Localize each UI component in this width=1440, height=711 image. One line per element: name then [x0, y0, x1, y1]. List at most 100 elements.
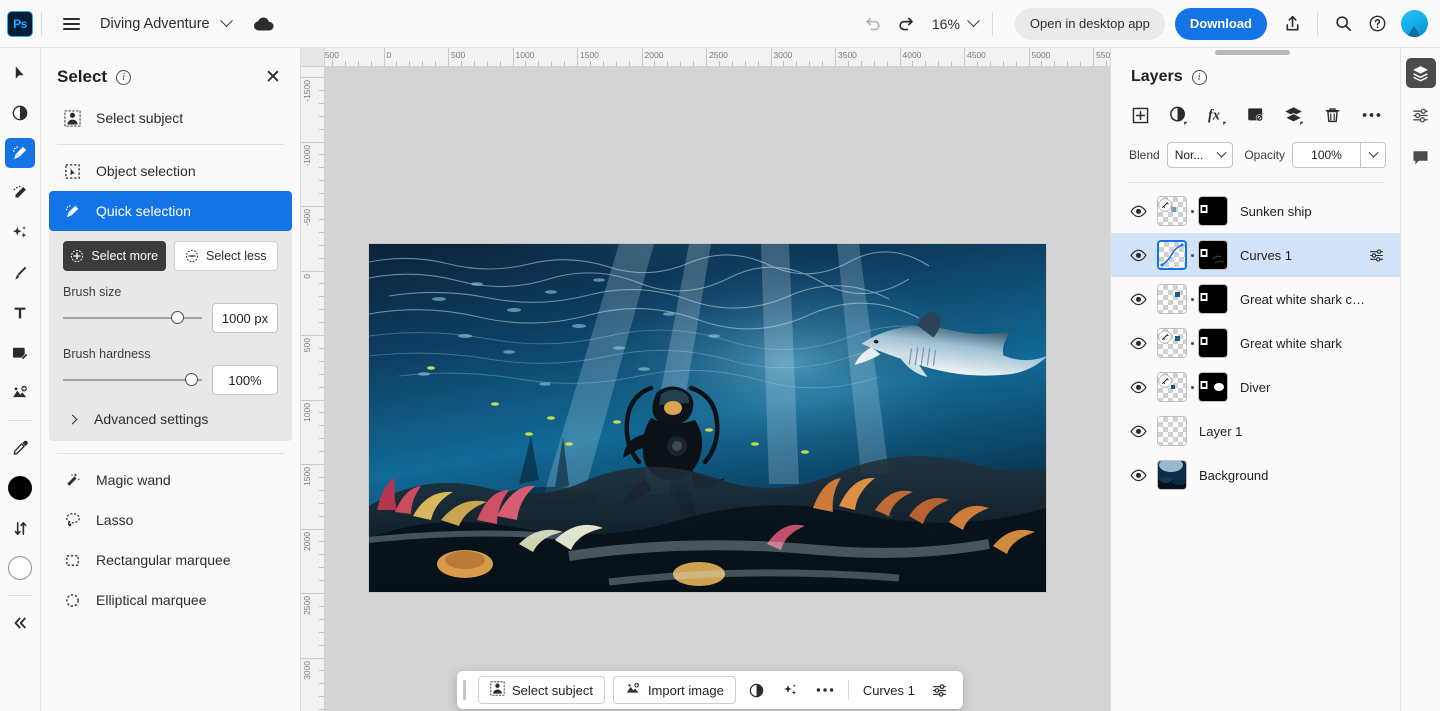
type-tool[interactable]: [5, 298, 35, 328]
layer-mask-thumbnail[interactable]: [1198, 284, 1228, 314]
drag-handle[interactable]: [463, 680, 466, 700]
select-option-select-subject[interactable]: Select subject: [49, 98, 292, 138]
layer-mask-thumbnail[interactable]: [1198, 196, 1228, 226]
search-icon[interactable]: [1326, 8, 1360, 40]
help-icon[interactable]: [1360, 8, 1394, 40]
cloud-icon[interactable]: [253, 16, 275, 32]
canvas-stage[interactable]: [325, 67, 1110, 711]
move-tool[interactable]: [5, 58, 35, 88]
layer-visibility-toggle[interactable]: [1127, 469, 1149, 482]
info-icon[interactable]: i: [116, 69, 132, 85]
ctx-select-subject-button[interactable]: Select subject: [478, 676, 605, 704]
table-row[interactable]: Great white shark: [1111, 321, 1400, 365]
select-option-rectangular-marquee[interactable]: Rectangular marquee: [49, 540, 292, 580]
layer-properties-icon[interactable]: [1366, 247, 1386, 264]
select-more-button[interactable]: Select more: [63, 241, 166, 271]
document-title-chevron-down-icon[interactable]: [219, 13, 233, 33]
horizontal-scrollbar[interactable]: [1215, 50, 1290, 55]
table-row[interactable]: Great white shark co...: [1111, 277, 1400, 321]
brush-tool[interactable]: [5, 258, 35, 288]
brush-hardness-slider-knob[interactable]: [185, 373, 199, 386]
brush-hardness-input[interactable]: 100%: [212, 365, 278, 395]
redo-icon[interactable]: [890, 8, 924, 40]
brush-hardness-slider[interactable]: [63, 373, 202, 386]
layer-mask-thumbnail[interactable]: [1198, 372, 1228, 402]
user-avatar[interactable]: [1401, 10, 1428, 37]
blend-mode-select[interactable]: Nor...: [1166, 142, 1234, 168]
collapse-toolbar[interactable]: [5, 608, 35, 638]
layer-thumbnail[interactable]: [1157, 284, 1187, 314]
layer-mask-thumbnail[interactable]: [1198, 240, 1228, 270]
generative-fill-tool[interactable]: [5, 218, 35, 248]
layer-visibility-toggle[interactable]: [1127, 249, 1149, 262]
layer-visibility-toggle[interactable]: [1127, 337, 1149, 350]
ctx-generative-sparkles-icon[interactable]: [778, 676, 804, 704]
layer-effects-button[interactable]: fx: [1202, 100, 1232, 130]
layer-visibility-toggle[interactable]: [1127, 293, 1149, 306]
opacity-input[interactable]: 100%: [1292, 142, 1360, 168]
ctx-adjustments-icon[interactable]: [744, 676, 770, 704]
layer-visibility-toggle[interactable]: [1127, 381, 1149, 394]
layers-more-options-button[interactable]: [1356, 100, 1386, 130]
background-color[interactable]: [5, 553, 35, 583]
table-row[interactable]: Background: [1111, 453, 1400, 497]
import-image-tool[interactable]: [5, 378, 35, 408]
photoshop-logo[interactable]: Ps: [7, 10, 33, 37]
layer-thumbnail[interactable]: [1157, 372, 1187, 402]
layer-thumbnail[interactable]: [1157, 416, 1187, 446]
table-row[interactable]: Curves 1: [1111, 233, 1400, 277]
layer-thumbnail[interactable]: [1157, 240, 1187, 270]
zoom-chevron-down-icon[interactable]: [967, 13, 980, 33]
layer-visibility-toggle[interactable]: [1127, 205, 1149, 218]
table-row[interactable]: Diver: [1111, 365, 1400, 409]
properties-panel-toggle[interactable]: [1406, 100, 1436, 130]
contextual-task-bar[interactable]: Select subject Import image Curves 1: [457, 671, 963, 709]
quick-selection-tool[interactable]: [5, 138, 35, 168]
table-row[interactable]: Layer 1: [1111, 409, 1400, 453]
swap-colors[interactable]: [5, 513, 35, 543]
layers-panel-toggle[interactable]: [1405, 58, 1436, 88]
table-row[interactable]: Sunken ship: [1111, 189, 1400, 233]
select-option-elliptical-marquee[interactable]: Elliptical marquee: [49, 580, 292, 620]
layer-thumbnail[interactable]: [1157, 196, 1187, 226]
zoom-control[interactable]: 16%: [924, 13, 984, 33]
brush-size-slider[interactable]: [63, 311, 202, 324]
eyedropper-tool[interactable]: [5, 433, 35, 463]
share-icon[interactable]: [1275, 8, 1309, 40]
ruler-corner[interactable]: [301, 48, 325, 67]
download-button[interactable]: Download: [1174, 7, 1267, 40]
info-icon[interactable]: i: [1191, 69, 1207, 85]
layer-thumbnail[interactable]: [1157, 460, 1187, 490]
layer-mask-button[interactable]: [1241, 100, 1271, 130]
foreground-color[interactable]: [5, 473, 35, 503]
delete-layer-button[interactable]: [1318, 100, 1348, 130]
vertical-ruler[interactable]: -1500-1000-50005001000150020002500300035…: [301, 67, 325, 711]
group-layers-button[interactable]: [1279, 100, 1309, 130]
opacity-chevron-down-icon[interactable]: [1360, 142, 1386, 168]
select-option-object-selection[interactable]: Object selection: [49, 151, 292, 191]
hamburger-menu-icon[interactable]: [56, 9, 86, 39]
brush-size-slider-knob[interactable]: [171, 311, 185, 324]
advanced-settings-toggle[interactable]: Advanced settings: [63, 411, 278, 427]
select-option-quick-selection[interactable]: Quick selection: [49, 191, 292, 231]
spot-healing-tool[interactable]: [5, 178, 35, 208]
document-canvas[interactable]: [369, 244, 1046, 592]
ctx-more-horizontal-icon[interactable]: [812, 676, 838, 704]
close-icon[interactable]: ✕: [262, 66, 284, 88]
add-layer-button[interactable]: [1125, 100, 1155, 130]
layer-thumbnail[interactable]: [1157, 328, 1187, 358]
select-option-lasso[interactable]: Lasso: [49, 500, 292, 540]
adjustments-tool[interactable]: [5, 98, 35, 128]
ctx-import-image-button[interactable]: Import image: [612, 676, 736, 704]
comments-panel-toggle[interactable]: [1406, 142, 1436, 172]
open-in-desktop-app-button[interactable]: Open in desktop app: [1014, 7, 1165, 40]
brush-size-input[interactable]: 1000 px: [212, 303, 278, 333]
undo-icon[interactable]: [856, 8, 890, 40]
select-less-button[interactable]: Select less: [173, 241, 278, 271]
adjustment-layer-button[interactable]: [1164, 100, 1194, 130]
ctx-properties-sliders-icon[interactable]: [927, 676, 953, 704]
edit-image-tool[interactable]: [5, 338, 35, 368]
layer-visibility-toggle[interactable]: [1127, 425, 1149, 438]
layer-mask-thumbnail[interactable]: [1198, 328, 1228, 358]
select-option-magic-wand[interactable]: Magic wand: [49, 460, 292, 500]
